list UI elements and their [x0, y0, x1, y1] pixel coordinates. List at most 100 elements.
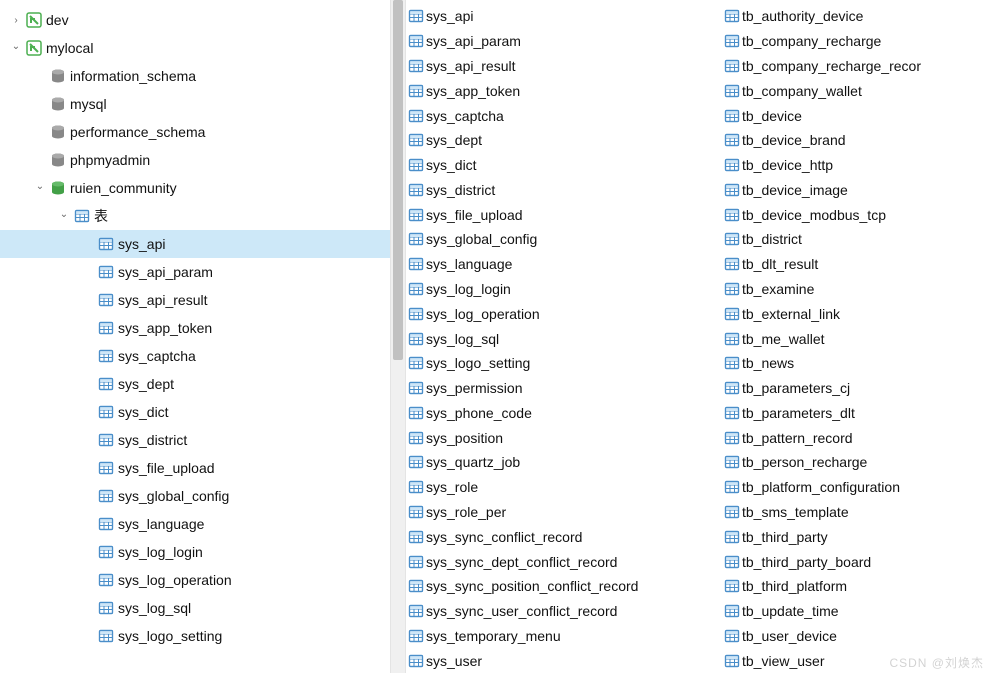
table-item-tb_company_recharge_recor[interactable]: tb_company_recharge_recor: [722, 54, 992, 79]
table-item-tb_parameters_cj[interactable]: tb_parameters_cj: [722, 376, 992, 401]
table-item-sys_api[interactable]: sys_api: [406, 4, 720, 29]
tree-item-sys_app_token[interactable]: ›sys_app_token: [0, 314, 390, 342]
tree-item-mysql[interactable]: ›mysql: [0, 90, 390, 118]
expand-arrow-icon[interactable]: ›: [8, 12, 24, 28]
tree-item-sys_logo_setting[interactable]: ›sys_logo_setting: [0, 622, 390, 650]
table-item-sys_temporary_menu[interactable]: sys_temporary_menu: [406, 624, 720, 649]
table-item-sys_sync_conflict_record[interactable]: sys_sync_conflict_record: [406, 524, 720, 549]
tree-item-performance_schema[interactable]: ›performance_schema: [0, 118, 390, 146]
table-item-tb_user_device[interactable]: tb_user_device: [722, 624, 992, 649]
tree-item-phpmyadmin[interactable]: ›phpmyadmin: [0, 146, 390, 174]
table-item-tb_external_link[interactable]: tb_external_link: [722, 301, 992, 326]
table-item-tb_news[interactable]: tb_news: [722, 351, 992, 376]
tree-item-sys_log_operation[interactable]: ›sys_log_operation: [0, 566, 390, 594]
expand-arrow-icon[interactable]: ⌄: [8, 38, 24, 54]
table-item-sys_position[interactable]: sys_position: [406, 425, 720, 450]
table-item-sys_quartz_job[interactable]: sys_quartz_job: [406, 450, 720, 475]
table-item-sys_language[interactable]: sys_language: [406, 252, 720, 277]
expand-arrow-icon[interactable]: ⌄: [32, 178, 48, 194]
table-item-tb_third_party[interactable]: tb_third_party: [722, 524, 992, 549]
table-icon: [98, 544, 114, 560]
table-icon: [408, 306, 424, 322]
tree-item-sys_api[interactable]: ›sys_api: [0, 230, 390, 258]
table-item-sys_phone_code[interactable]: sys_phone_code: [406, 401, 720, 426]
tree-item-sys_global_config[interactable]: ›sys_global_config: [0, 482, 390, 510]
table-item-tb_third_platform[interactable]: tb_third_platform: [722, 574, 992, 599]
tree-item-sys_district[interactable]: ›sys_district: [0, 426, 390, 454]
table-item-tb_third_party_board[interactable]: tb_third_party_board: [722, 549, 992, 574]
tree-item-label: sys_dict: [118, 404, 169, 420]
tree-item-sys_file_upload[interactable]: ›sys_file_upload: [0, 454, 390, 482]
table-item-tb_device[interactable]: tb_device: [722, 103, 992, 128]
table-icon: [408, 132, 424, 148]
table-item-tb_update_time[interactable]: tb_update_time: [722, 599, 992, 624]
table-item-tb_parameters_dlt[interactable]: tb_parameters_dlt: [722, 401, 992, 426]
table-item-sys_sync_position_conflict_record[interactable]: sys_sync_position_conflict_record: [406, 574, 720, 599]
table-item-label: tb_dlt_result: [742, 256, 818, 272]
table-item-sys_log_operation[interactable]: sys_log_operation: [406, 301, 720, 326]
tree-item-sys_captcha[interactable]: ›sys_captcha: [0, 342, 390, 370]
table-item-tb_device_brand[interactable]: tb_device_brand: [722, 128, 992, 153]
table-item-tb_authority_device[interactable]: tb_authority_device: [722, 4, 992, 29]
watermark: CSDN @刘焕杰: [889, 654, 984, 671]
table-item-tb_pattern_record[interactable]: tb_pattern_record: [722, 425, 992, 450]
table-icon: [408, 207, 424, 223]
table-item-sys_dept[interactable]: sys_dept: [406, 128, 720, 153]
table-item-tb_company_recharge[interactable]: tb_company_recharge: [722, 29, 992, 54]
table-item-sys_file_upload[interactable]: sys_file_upload: [406, 202, 720, 227]
table-item-label: sys_user: [426, 653, 482, 669]
table-item-sys_permission[interactable]: sys_permission: [406, 376, 720, 401]
table-item-sys_global_config[interactable]: sys_global_config: [406, 227, 720, 252]
table-item-sys_api_param[interactable]: sys_api_param: [406, 29, 720, 54]
expand-arrow-icon: ›: [32, 152, 48, 168]
table-item-sys_dict[interactable]: sys_dict: [406, 153, 720, 178]
table-item-tb_platform_configuration[interactable]: tb_platform_configuration: [722, 475, 992, 500]
table-item-label: sys_api_result: [426, 58, 516, 74]
table-item-tb_district[interactable]: tb_district: [722, 227, 992, 252]
table-item-sys_log_sql[interactable]: sys_log_sql: [406, 326, 720, 351]
table-item-tb_sms_template[interactable]: tb_sms_template: [722, 500, 992, 525]
table-item-tb_examine[interactable]: tb_examine: [722, 277, 992, 302]
table-item-sys_api_result[interactable]: sys_api_result: [406, 54, 720, 79]
tree-item-sys_api_param[interactable]: ›sys_api_param: [0, 258, 390, 286]
db-green-icon: [50, 180, 66, 196]
tree-item-sys_log_sql[interactable]: ›sys_log_sql: [0, 594, 390, 622]
table-item-tb_person_recharge[interactable]: tb_person_recharge: [722, 450, 992, 475]
table-item-sys_captcha[interactable]: sys_captcha: [406, 103, 720, 128]
table-item-sys_district[interactable]: sys_district: [406, 177, 720, 202]
table-item-tb_device_image[interactable]: tb_device_image: [722, 177, 992, 202]
table-item-sys_app_token[interactable]: sys_app_token: [406, 78, 720, 103]
table-item-sys_role_per[interactable]: sys_role_per: [406, 500, 720, 525]
table-item-sys_sync_user_conflict_record[interactable]: sys_sync_user_conflict_record: [406, 599, 720, 624]
tree-item-dev[interactable]: ›dev: [0, 6, 390, 34]
expand-arrow-icon: ›: [80, 264, 96, 280]
tree-item-sys_api_result[interactable]: ›sys_api_result: [0, 286, 390, 314]
table-item-sys_role[interactable]: sys_role: [406, 475, 720, 500]
table-item-tb_me_wallet[interactable]: tb_me_wallet: [722, 326, 992, 351]
table-item-tb_dlt_result[interactable]: tb_dlt_result: [722, 252, 992, 277]
tree-item-mylocal[interactable]: ⌄mylocal: [0, 34, 390, 62]
tree-item-sys_dept[interactable]: ›sys_dept: [0, 370, 390, 398]
table-item-tb_device_modbus_tcp[interactable]: tb_device_modbus_tcp: [722, 202, 992, 227]
expand-arrow-icon[interactable]: ⌄: [56, 206, 72, 222]
table-item-tb_company_wallet[interactable]: tb_company_wallet: [722, 78, 992, 103]
table-item-label: tb_company_recharge: [742, 33, 881, 49]
database-tree[interactable]: ›dev⌄mylocal›information_schema›mysql›pe…: [0, 0, 390, 673]
tree-item-sys_dict[interactable]: ›sys_dict: [0, 398, 390, 426]
tree-item-表[interactable]: ⌄表: [0, 202, 390, 230]
tree-item-sys_language[interactable]: ›sys_language: [0, 510, 390, 538]
table-item-label: sys_quartz_job: [426, 454, 520, 470]
tree-item-sys_log_login[interactable]: ›sys_log_login: [0, 538, 390, 566]
scrollbar[interactable]: [390, 0, 406, 673]
table-item-sys_user[interactable]: sys_user: [406, 648, 720, 673]
tree-item-information_schema[interactable]: ›information_schema: [0, 62, 390, 90]
table-item-tb_device_http[interactable]: tb_device_http: [722, 153, 992, 178]
tree-item-ruien_community[interactable]: ⌄ruien_community: [0, 174, 390, 202]
expand-arrow-icon: ›: [80, 236, 96, 252]
table-item-label: tb_news: [742, 355, 794, 371]
scrollbar-thumb[interactable]: [393, 0, 403, 360]
table-item-sys_log_login[interactable]: sys_log_login: [406, 277, 720, 302]
table-icon: [98, 572, 114, 588]
table-item-sys_logo_setting[interactable]: sys_logo_setting: [406, 351, 720, 376]
table-item-sys_sync_dept_conflict_record[interactable]: sys_sync_dept_conflict_record: [406, 549, 720, 574]
